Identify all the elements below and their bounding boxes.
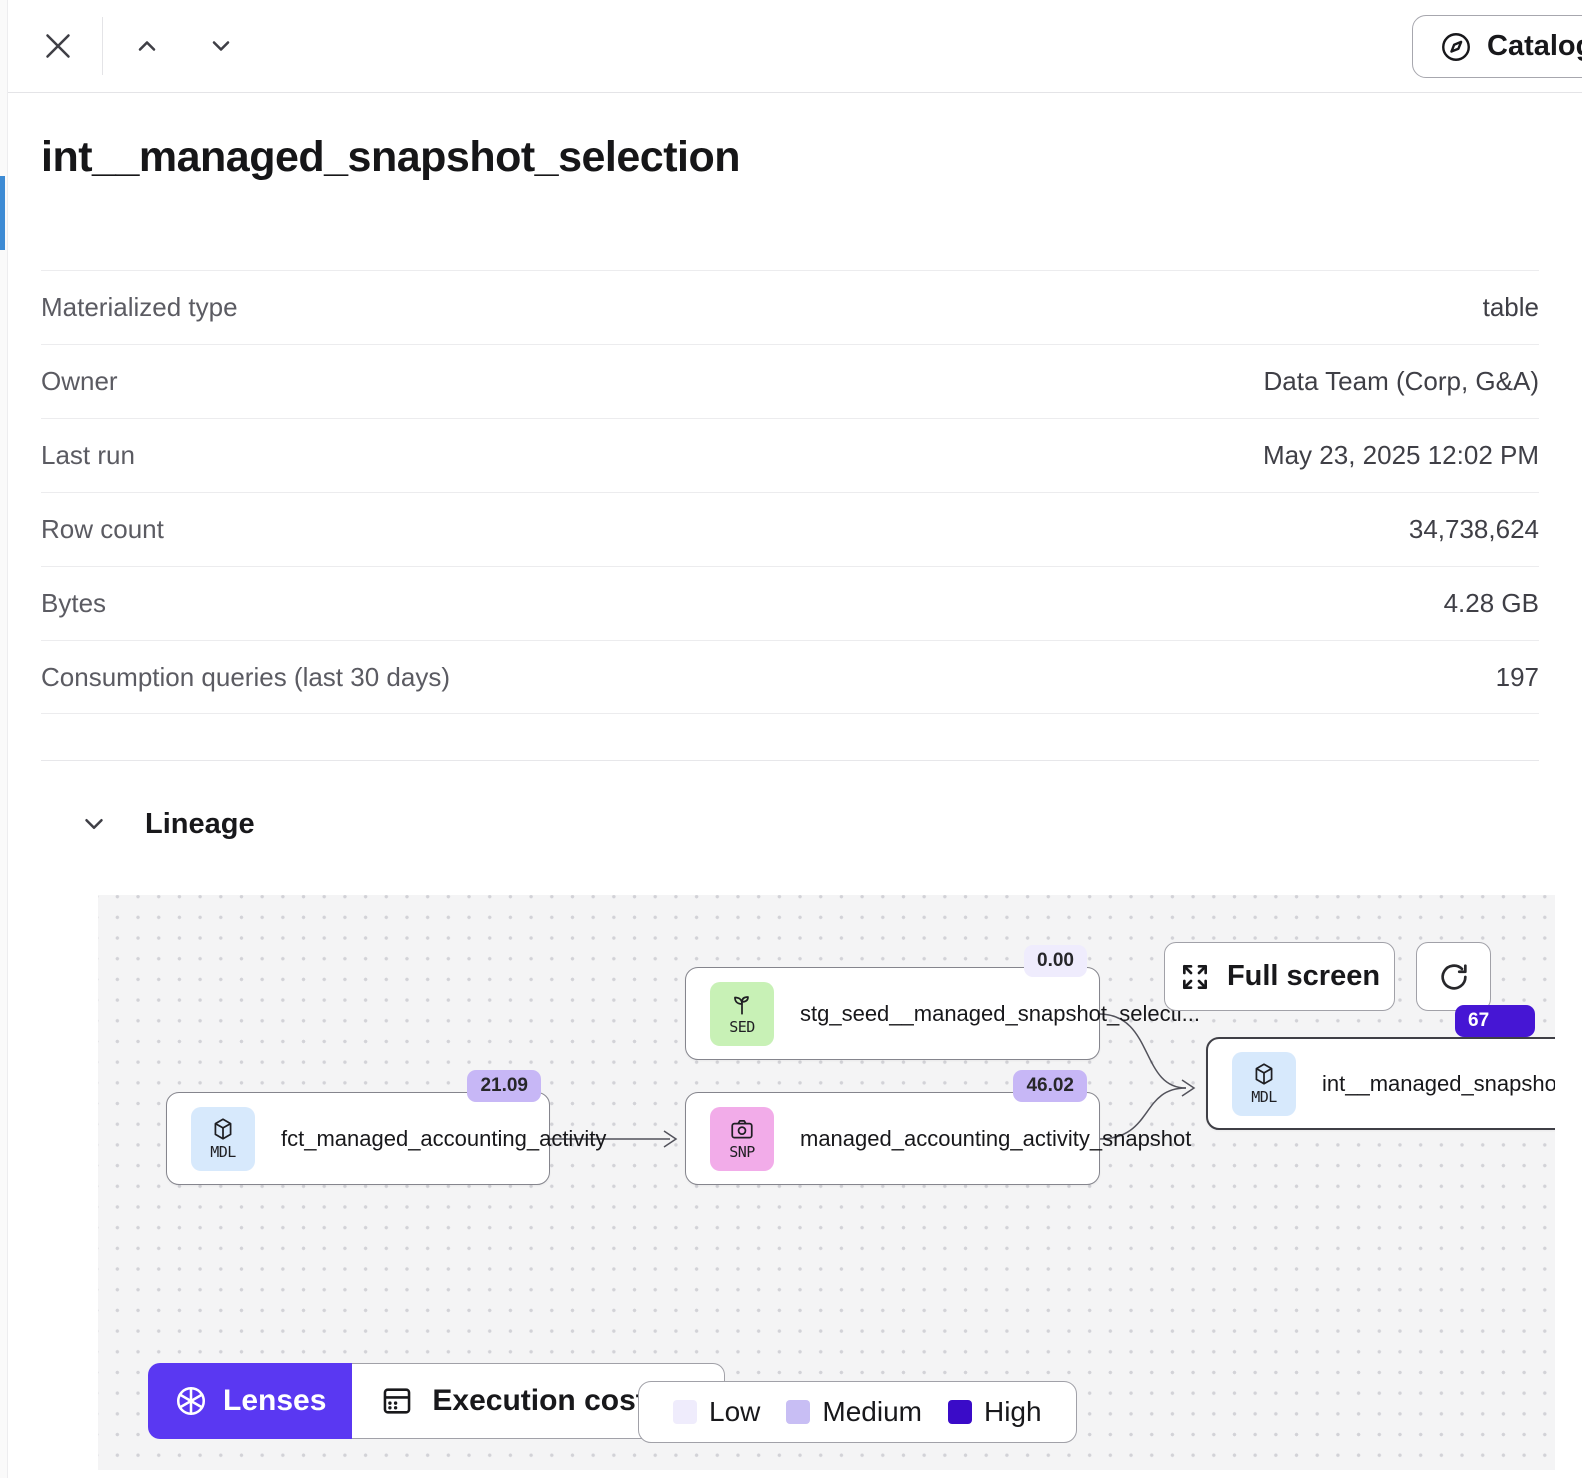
detail-row-bytes: Bytes 4.28 GB	[41, 566, 1539, 640]
detail-row-last-run: Last run May 23, 2025 12:02 PM	[41, 418, 1539, 492]
node-type-chip-snapshot: SNP	[710, 1107, 774, 1171]
section-divider	[41, 760, 1539, 761]
detail-row-owner: Owner Data Team (Corp, G&A)	[41, 344, 1539, 418]
legend-item-high: High	[948, 1396, 1042, 1428]
chevron-up-icon	[133, 32, 161, 60]
cube-icon	[210, 1116, 236, 1142]
fullscreen-button[interactable]: Full screen	[1164, 942, 1395, 1011]
detail-value: Data Team (Corp, G&A)	[1263, 366, 1539, 397]
refresh-button[interactable]	[1416, 942, 1491, 1011]
node-type-label: SNP	[729, 1143, 755, 1161]
fullscreen-button-label: Full screen	[1227, 960, 1380, 993]
detail-value: 4.28 GB	[1444, 588, 1539, 619]
node-type-chip-model: MDL	[1232, 1052, 1296, 1116]
close-button[interactable]	[32, 20, 84, 72]
execution-cost-badge: 46.02	[1013, 1070, 1087, 1102]
legend-item-low: Low	[673, 1396, 760, 1428]
legend-label: High	[984, 1396, 1042, 1428]
detail-label: Consumption queries (last 30 days)	[41, 662, 450, 693]
previous-item-button[interactable]	[125, 24, 169, 68]
node-name: fct_managed_accounting_activity	[281, 1126, 606, 1152]
cube-icon	[1251, 1061, 1277, 1087]
legend-swatch-low	[673, 1400, 697, 1424]
node-type-label: MDL	[210, 1143, 236, 1161]
close-icon	[40, 28, 76, 64]
node-name: int__managed_snapshot_selection	[1322, 1071, 1555, 1097]
drawer-toolbar: Catalog	[8, 0, 1582, 93]
node-type-label: SED	[729, 1018, 755, 1036]
lineage-node-stg-seed-managed-snapshot-selection[interactable]: 0.00 SED stg_seed__managed_snapshot_sele…	[685, 967, 1100, 1060]
detail-label: Materialized type	[41, 292, 238, 323]
lineage-section-header: Lineage	[71, 801, 1539, 847]
legend-item-medium: Medium	[786, 1396, 922, 1428]
detail-row-consumption-queries: Consumption queries (last 30 days) 197	[41, 640, 1539, 714]
detail-label: Row count	[41, 514, 164, 545]
chevron-down-icon	[207, 32, 235, 60]
details-table: Materialized type table Owner Data Team …	[41, 270, 1539, 714]
execution-cost-badge: 21.09	[467, 1070, 541, 1102]
chevron-down-icon	[79, 809, 109, 839]
execution-cost-badge: 67	[1455, 1005, 1535, 1037]
sprout-icon	[729, 991, 755, 1017]
legend-label: Low	[709, 1396, 760, 1428]
execution-cost-legend: Low Medium High	[638, 1381, 1077, 1443]
lineage-collapse-button[interactable]	[71, 801, 117, 847]
detail-row-materialized-type: Materialized type table	[41, 270, 1539, 344]
underlying-scroll-indicator	[0, 176, 5, 250]
lineage-node-fct-managed-accounting-activity[interactable]: 21.09 MDL fct_managed_accounting_activit…	[166, 1092, 550, 1185]
refresh-icon	[1437, 960, 1471, 994]
catalog-button-label: Catalog	[1487, 30, 1582, 63]
detail-row-row-count: Row count 34,738,624	[41, 492, 1539, 566]
detail-value: table	[1483, 292, 1539, 323]
legend-swatch-high	[948, 1400, 972, 1424]
aperture-icon	[174, 1384, 208, 1418]
compass-icon	[1439, 30, 1473, 64]
detail-label: Owner	[41, 366, 118, 397]
node-name: stg_seed__managed_snapshot_selecti...	[800, 1001, 1200, 1027]
lenses-button-label: Lenses	[223, 1384, 326, 1418]
node-type-chip-seed: SED	[710, 982, 774, 1046]
expand-icon	[1179, 961, 1211, 993]
next-item-button[interactable]	[199, 24, 243, 68]
detail-value: 197	[1496, 662, 1539, 693]
detail-drawer: Catalog int__managed_snapshot_selection …	[8, 0, 1582, 1478]
detail-label: Last run	[41, 440, 135, 471]
lens-selected-label: Execution cost	[432, 1384, 645, 1418]
lineage-node-managed-accounting-activity-snapshot[interactable]: 46.02 SNP managed_accounting_activity_sn…	[685, 1092, 1100, 1185]
page-title: int__managed_snapshot_selection	[41, 133, 1539, 182]
lineage-canvas[interactable]: 21.09 MDL fct_managed_accounting_activit…	[98, 895, 1555, 1470]
camera-icon	[729, 1116, 755, 1142]
detail-label: Bytes	[41, 588, 106, 619]
detail-value: May 23, 2025 12:02 PM	[1263, 440, 1539, 471]
toolbar-divider	[102, 17, 103, 75]
catalog-button[interactable]: Catalog	[1412, 15, 1582, 78]
execution-cost-badge: 0.00	[1024, 945, 1087, 977]
detail-value: 34,738,624	[1409, 514, 1539, 545]
lineage-section-title: Lineage	[145, 808, 255, 841]
legend-swatch-medium	[786, 1400, 810, 1424]
underlying-page-edge	[0, 0, 8, 1478]
node-type-label: MDL	[1251, 1088, 1277, 1106]
node-type-chip-model: MDL	[191, 1107, 255, 1171]
table-grid-icon	[380, 1384, 414, 1418]
node-name: managed_accounting_activity_snapshot	[800, 1126, 1191, 1152]
legend-label: Medium	[822, 1396, 922, 1428]
lenses-button[interactable]: Lenses	[148, 1363, 352, 1439]
lineage-node-int-managed-snapshot-selection[interactable]: MDL int__managed_snapshot_selection	[1206, 1037, 1555, 1130]
